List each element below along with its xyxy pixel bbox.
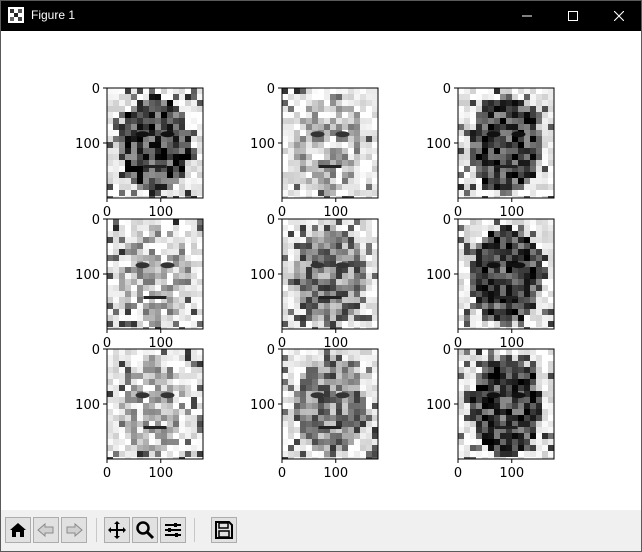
pan-icon xyxy=(108,521,126,539)
y-tick-label: 100 xyxy=(426,398,451,413)
y-tick-label: 0 xyxy=(443,82,451,97)
y-tick-label: 100 xyxy=(250,398,275,413)
face-image xyxy=(107,88,203,198)
y-tick-label: 0 xyxy=(443,343,451,358)
toolbar-separator xyxy=(96,518,97,542)
y-tick-label: 0 xyxy=(443,213,451,228)
save-icon xyxy=(215,521,233,539)
face-image xyxy=(458,349,554,459)
face-image xyxy=(107,219,203,329)
sliders-icon xyxy=(165,523,181,537)
subplot-axes[interactable]: 0 100 0 100 xyxy=(57,343,213,483)
face-image xyxy=(282,88,378,198)
back-button[interactable] xyxy=(33,517,59,543)
face-image-plot: 0 100 0 100 xyxy=(250,343,379,481)
face-image xyxy=(107,349,203,459)
toolbar-separator xyxy=(194,518,195,542)
y-tick-label: 0 xyxy=(92,82,100,97)
title-bar: Figure 1 xyxy=(0,0,642,31)
x-tick-label: 100 xyxy=(148,466,173,481)
y-tick-label: 100 xyxy=(250,268,275,283)
close-icon xyxy=(614,10,624,21)
x-tick-label: 0 xyxy=(278,466,286,481)
subplot-axes[interactable]: 0 100 0 100 xyxy=(408,82,564,222)
matplotlib-app-icon xyxy=(8,7,24,23)
y-tick-label: 100 xyxy=(426,268,451,283)
face-image-plot: 0 100 0 100 xyxy=(75,343,204,481)
subplot-axes[interactable]: 0 100 0 100 xyxy=(57,213,213,353)
y-tick-label: 0 xyxy=(92,343,100,358)
home-icon xyxy=(10,523,26,537)
face-image-plot: 01000 100 xyxy=(75,82,204,220)
subplot-axes[interactable]: 0 100 0 100 xyxy=(232,82,388,222)
face-image xyxy=(282,219,378,329)
x-tick-label: 100 xyxy=(323,466,348,481)
y-tick-label: 100 xyxy=(75,268,100,283)
figure-canvas[interactable]: 0 100 0 100 0 100 0 100 0 100 0 100 0 100 0 100 0 100 0 100… xyxy=(1,31,641,510)
subplot-axes[interactable]: 0 100 0 100 xyxy=(408,343,564,483)
maximize-icon xyxy=(568,10,578,21)
face-image-plot: 01000 100 xyxy=(75,213,204,351)
y-tick-label: 0 xyxy=(267,82,275,97)
minimize-icon xyxy=(522,15,532,16)
close-button[interactable] xyxy=(596,0,642,31)
face-image-plot: 01000 100 xyxy=(250,213,379,351)
x-tick-label: 100 xyxy=(499,466,524,481)
y-tick-label: 0 xyxy=(92,213,100,228)
y-tick-label: 100 xyxy=(75,137,100,152)
face-image-plot: 01000 100 xyxy=(426,82,555,220)
forward-button[interactable] xyxy=(61,517,87,543)
y-tick-label: 100 xyxy=(426,137,451,152)
face-image xyxy=(282,349,378,459)
face-image xyxy=(458,219,554,329)
y-tick-label: 0 xyxy=(267,213,275,228)
pan-button[interactable] xyxy=(104,517,130,543)
navigation-toolbar xyxy=(1,510,641,551)
subplot-axes[interactable]: 0 100 0 100 xyxy=(232,343,388,483)
back-arrow-icon xyxy=(37,522,54,538)
window-title: Figure 1 xyxy=(31,8,76,22)
face-image-plot: 0 100 0 100 xyxy=(426,343,555,481)
y-tick-label: 100 xyxy=(250,137,275,152)
home-button[interactable] xyxy=(5,517,31,543)
subplot-axes[interactable]: 0 100 0 100 xyxy=(408,213,564,353)
y-tick-label: 100 xyxy=(75,398,100,413)
forward-arrow-icon xyxy=(66,522,83,538)
face-image-plot: 01000 100 xyxy=(250,82,379,220)
zoom-button[interactable] xyxy=(132,517,158,543)
subplot-axes[interactable]: 0 100 0 100 xyxy=(232,213,388,353)
minimize-button[interactable] xyxy=(504,0,550,31)
zoom-icon xyxy=(136,521,155,540)
x-tick-label: 0 xyxy=(103,466,111,481)
y-tick-label: 0 xyxy=(267,343,275,358)
face-image xyxy=(458,88,554,198)
x-tick-label: 0 xyxy=(454,466,462,481)
subplot-axes[interactable]: 0 100 0 100 xyxy=(57,82,213,222)
face-image-plot: 01000 100 xyxy=(426,213,555,351)
maximize-button[interactable] xyxy=(550,0,596,31)
save-button[interactable] xyxy=(211,517,237,543)
configure-subplots-button[interactable] xyxy=(160,517,186,543)
